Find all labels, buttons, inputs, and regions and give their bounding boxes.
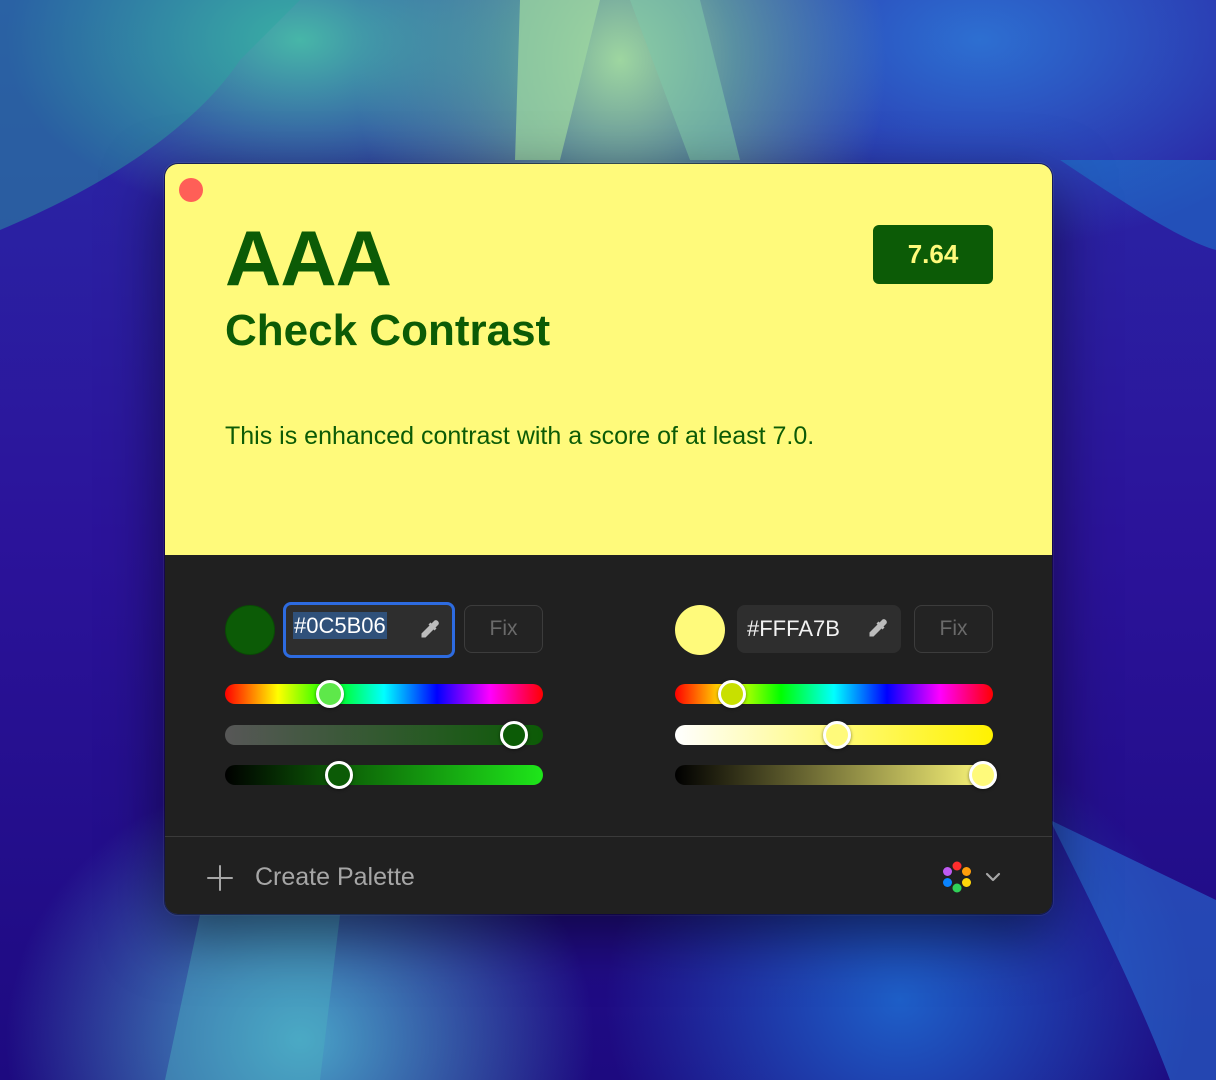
background-hue-knob[interactable]: [718, 680, 747, 708]
foreground-swatch[interactable]: [225, 605, 275, 655]
background-lightness-knob[interactable]: [969, 761, 998, 789]
foreground-saturation-slider[interactable]: [225, 721, 543, 749]
foreground-lightness-slider[interactable]: [225, 761, 543, 789]
background-fix-button[interactable]: Fix: [914, 605, 993, 653]
background-saturation-slider[interactable]: [675, 721, 993, 749]
foreground-hue-knob[interactable]: [315, 680, 344, 708]
foreground-lightness-knob[interactable]: [325, 761, 354, 789]
background-hue-slider[interactable]: [675, 680, 993, 708]
contrast-checker-window: AAA Check Contrast This is enhanced cont…: [164, 163, 1053, 915]
compliance-level: AAA: [225, 214, 392, 302]
foreground-hex-value: #0C5B06: [293, 612, 387, 639]
create-palette-button[interactable]: Create Palette: [255, 861, 415, 893]
chevron-down-icon[interactable]: [983, 867, 1003, 887]
background-lightness-slider[interactable]: [675, 761, 998, 789]
contrast-description: This is enhanced contrast with a score o…: [225, 422, 815, 450]
footer-bar: Create Palette: [165, 836, 1052, 914]
preview-panel: AAA Check Contrast This is enhanced cont…: [165, 164, 1052, 555]
foreground-saturation-knob[interactable]: [500, 721, 529, 749]
page-title: Check Contrast: [225, 306, 551, 355]
background-saturation-knob[interactable]: [823, 721, 852, 749]
eyedropper-icon[interactable]: [865, 617, 889, 641]
close-button[interactable]: [179, 178, 203, 202]
foreground-hex-input[interactable]: #0C5B06: [283, 602, 455, 658]
background-hex-input[interactable]: #FFFA7B: [737, 605, 901, 653]
color-controls-panel: #0C5B06 Fix #FFFA7B Fix: [165, 555, 1052, 869]
plus-icon[interactable]: [207, 865, 233, 891]
contrast-score-badge: 7.64: [873, 225, 993, 284]
background-swatch[interactable]: [675, 605, 725, 655]
eyedropper-icon[interactable]: [417, 618, 441, 642]
foreground-fix-button[interactable]: Fix: [464, 605, 543, 653]
color-wheel-icon[interactable]: [941, 861, 973, 893]
background-hex-value: #FFFA7B: [747, 616, 840, 641]
foreground-hue-slider[interactable]: [225, 680, 543, 708]
